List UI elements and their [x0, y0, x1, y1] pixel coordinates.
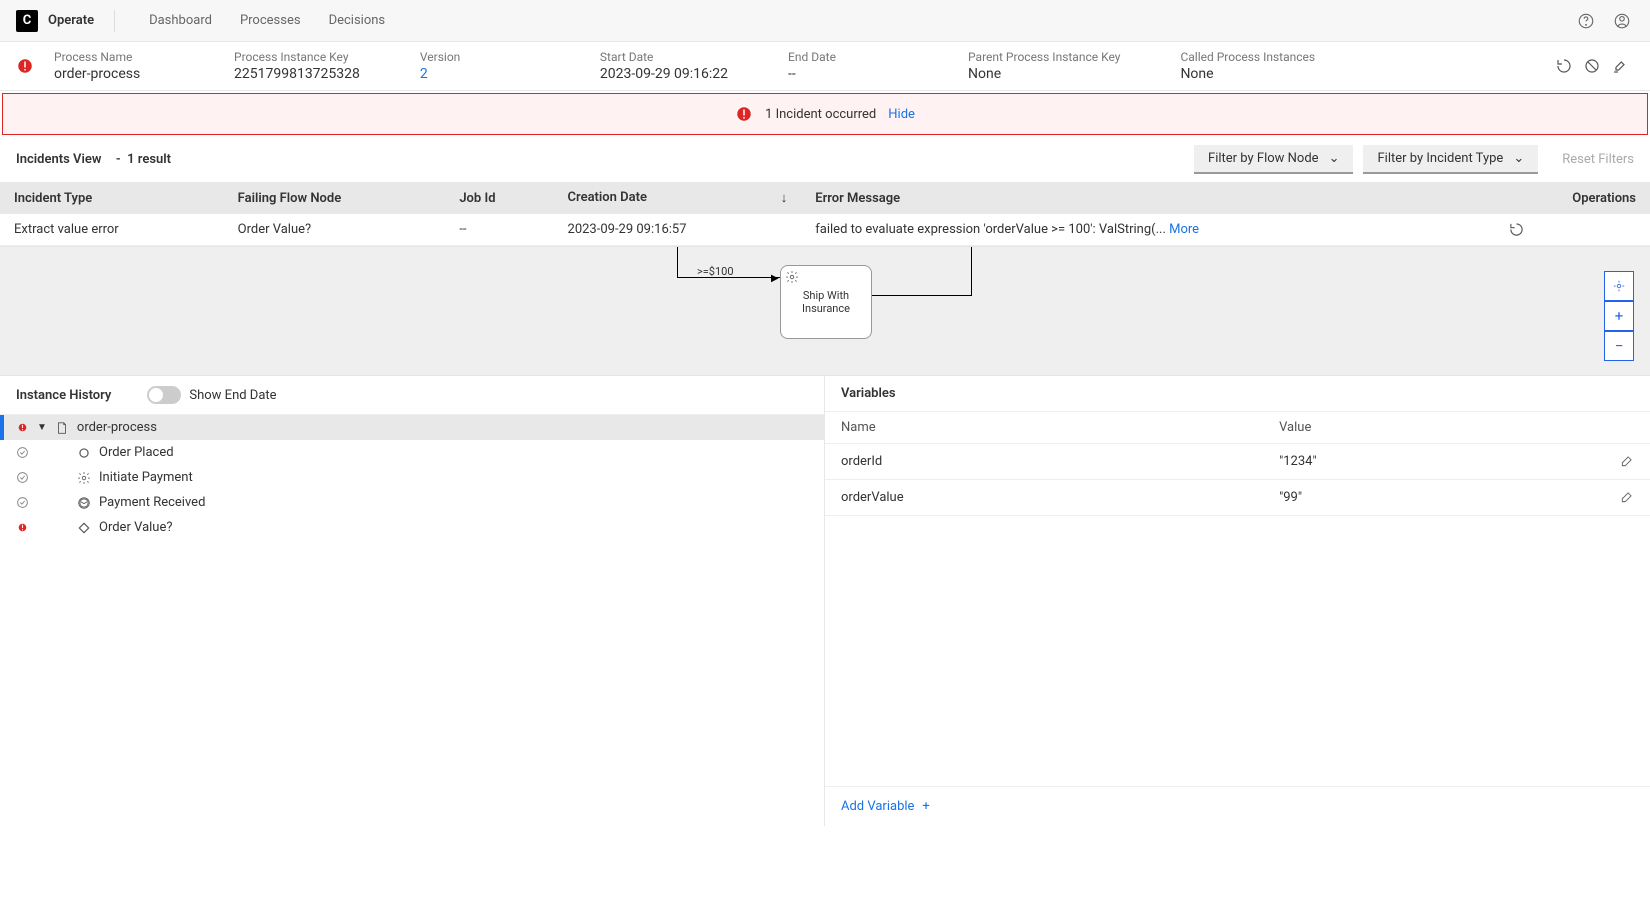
- nav-link-dashboard[interactable]: Dashboard: [149, 13, 212, 28]
- variable-row: orderId"1234": [825, 444, 1650, 480]
- top-nav: C Operate Dashboard Processes Decisions: [0, 0, 1650, 42]
- status-icon: [16, 421, 29, 434]
- filter-incident-type[interactable]: Filter by Incident Type⌄: [1363, 145, 1538, 174]
- retry-icon[interactable]: [1550, 52, 1578, 80]
- divider: [114, 10, 115, 32]
- instance-history-panel: Instance History Show End Date ▼order-pr…: [0, 376, 825, 826]
- status-icon: [16, 521, 29, 534]
- variables-title: Variables: [841, 386, 896, 401]
- nav-link-processes[interactable]: Processes: [240, 13, 301, 28]
- bottom-panels: Instance History Show End Date ▼order-pr…: [0, 376, 1650, 826]
- incidents-title: Incidents View: [16, 152, 101, 167]
- col-job[interactable]: Job Id: [445, 182, 553, 214]
- zoom-out-icon[interactable]: −: [1604, 331, 1634, 361]
- gear-icon: [785, 270, 799, 284]
- logo: C: [16, 10, 38, 32]
- col-created[interactable]: Creation Date ↓: [554, 182, 802, 214]
- incidents-table: Incident Type Failing Flow Node Job Id C…: [0, 182, 1650, 246]
- incident-banner: 1 Incident occurred Hide: [2, 93, 1648, 135]
- instance-header: Process Nameorder-process Process Instanc…: [0, 42, 1650, 91]
- zoom-fit-icon[interactable]: [1604, 271, 1634, 301]
- diamond-icon: [77, 521, 91, 535]
- chevron-down-icon: ⌄: [1513, 151, 1524, 166]
- inst-col: Version2: [420, 50, 540, 82]
- incident-banner-text: 1 Incident occurred: [765, 107, 876, 122]
- history-item[interactable]: Order Value?: [0, 515, 824, 540]
- arrow-icon: ▶: [771, 273, 779, 284]
- caret-down-icon[interactable]: ▼: [37, 422, 47, 433]
- inst-col: Process Nameorder-process: [54, 50, 174, 82]
- history-item[interactable]: Order Placed: [0, 440, 824, 465]
- user-icon[interactable]: [1610, 9, 1634, 33]
- var-col-name: Name: [825, 412, 1263, 444]
- edit-icon[interactable]: [1620, 454, 1634, 468]
- help-icon[interactable]: [1574, 9, 1598, 33]
- col-ops: Operations: [1495, 182, 1650, 214]
- col-err[interactable]: Error Message: [801, 182, 1495, 214]
- history-item[interactable]: Payment Received: [0, 490, 824, 515]
- cancel-icon[interactable]: [1578, 52, 1606, 80]
- chevron-down-icon: ⌄: [1329, 151, 1340, 166]
- arrow-down-icon: ↓: [781, 190, 788, 206]
- inst-col: Process Instance Key2251799813725328: [234, 50, 360, 82]
- gear-icon: [77, 471, 91, 485]
- inst-col: Called Process InstancesNone: [1180, 50, 1315, 82]
- status-icon: [16, 496, 29, 509]
- col-type[interactable]: Incident Type: [0, 182, 224, 214]
- add-variable-button[interactable]: Add Variable +: [825, 786, 1650, 826]
- inst-col: End Date--: [788, 50, 908, 82]
- error-icon: [735, 105, 753, 123]
- task-node[interactable]: Ship With Insurance: [780, 265, 872, 339]
- zoom-controls: + −: [1604, 271, 1634, 361]
- edit-icon[interactable]: [1620, 490, 1634, 504]
- nav-link-decisions[interactable]: Decisions: [329, 13, 386, 28]
- msg-icon: [77, 496, 91, 510]
- history-item[interactable]: Initiate Payment: [0, 465, 824, 490]
- diagram-pane[interactable]: >=$100 ▶ Ship With Insurance + −: [0, 246, 1650, 376]
- reset-filters[interactable]: Reset Filters: [1562, 152, 1634, 167]
- var-col-value: Value: [1263, 412, 1650, 444]
- incidents-count: - 1 result: [109, 152, 171, 167]
- status-icon: [16, 471, 29, 484]
- retry-icon[interactable]: [1509, 222, 1636, 237]
- col-node[interactable]: Failing Flow Node: [224, 182, 446, 214]
- inst-col: Start Date2023-09-29 09:16:22: [600, 50, 728, 82]
- hide-link[interactable]: Hide: [888, 107, 915, 122]
- zoom-in-icon[interactable]: +: [1604, 301, 1634, 331]
- modify-icon[interactable]: [1606, 52, 1634, 80]
- incident-row[interactable]: Extract value errorOrder Value?--2023-09…: [0, 214, 1650, 246]
- status-icon: [16, 446, 29, 459]
- toggle-label: Show End Date: [189, 388, 276, 403]
- history-item[interactable]: ▼order-process: [0, 415, 824, 440]
- circle-icon: [77, 446, 91, 460]
- more-link[interactable]: More: [1169, 222, 1199, 237]
- show-end-date-toggle[interactable]: [147, 386, 181, 404]
- filter-flow-node[interactable]: Filter by Flow Node⌄: [1194, 145, 1353, 174]
- inst-col: Parent Process Instance KeyNone: [968, 50, 1120, 82]
- doc-icon: [55, 421, 69, 435]
- plus-icon: +: [922, 799, 929, 814]
- variables-panel: Variables Name Value orderId"1234"orderV…: [825, 376, 1650, 826]
- brand: Operate: [48, 13, 94, 28]
- status-error-icon: [16, 57, 34, 75]
- variable-row: orderValue"99": [825, 480, 1650, 516]
- history-title: Instance History: [16, 388, 111, 403]
- incidents-view-bar: Incidents View - 1 result Filter by Flow…: [0, 137, 1650, 182]
